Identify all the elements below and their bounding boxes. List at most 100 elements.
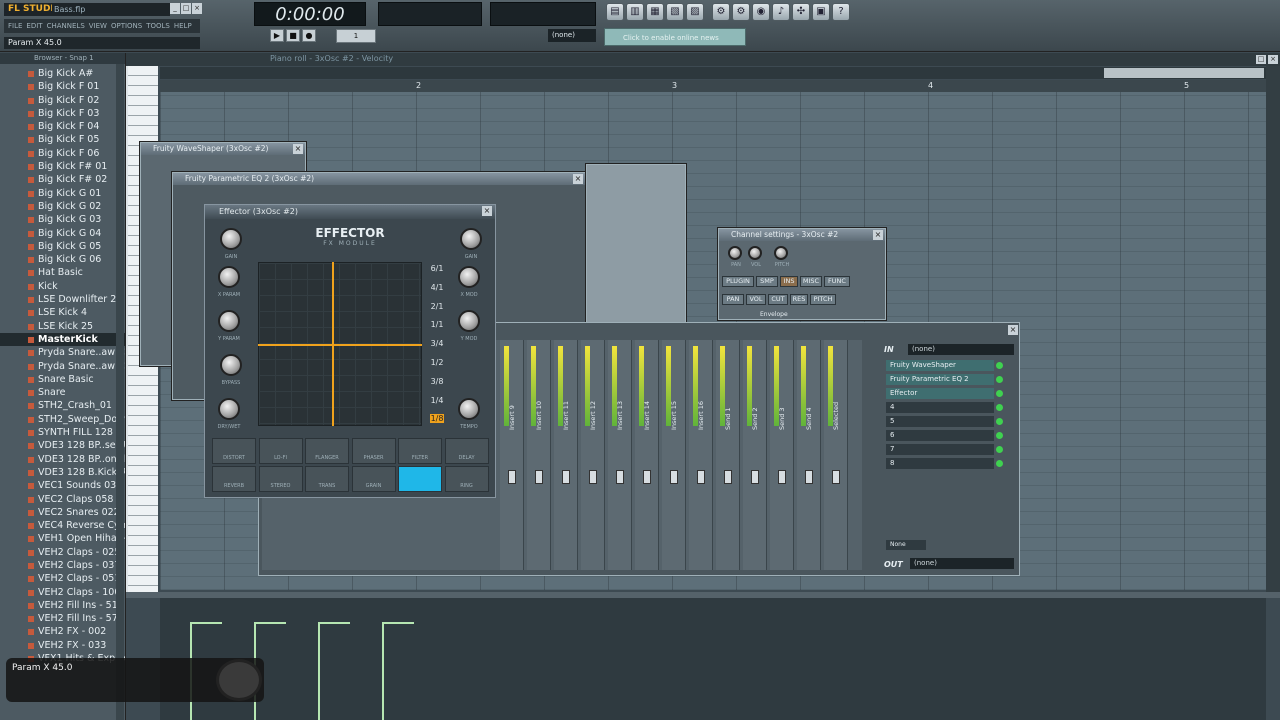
- browser-item[interactable]: Hat Basic: [0, 266, 125, 279]
- effect-mode-button[interactable]: TRANS: [305, 466, 349, 492]
- browser-item[interactable]: Big Kick G 03: [0, 213, 125, 226]
- effect-mode-button[interactable]: REVERB: [212, 466, 256, 492]
- time-display[interactable]: 0:00:00: [254, 2, 366, 26]
- effect-mode-button[interactable]: FILTER: [398, 438, 442, 464]
- mixer-strip[interactable]: Insert 9: [500, 340, 524, 570]
- playlist-icon[interactable]: ▤: [606, 3, 624, 21]
- volume-fader[interactable]: [670, 470, 678, 484]
- menu-help[interactable]: HELP: [174, 22, 192, 30]
- browser-item[interactable]: Snare Basic: [0, 373, 125, 386]
- stop-button[interactable]: ■: [286, 29, 300, 42]
- fx-slot[interactable]: Fruity WaveShaper: [886, 360, 994, 371]
- mixer-strip[interactable]: Send 2: [743, 340, 767, 570]
- mixer-strip[interactable]: Insert 11: [554, 340, 578, 570]
- piano-roll-maximize-button[interactable]: □: [1256, 55, 1266, 64]
- close-icon[interactable]: ×: [1008, 325, 1018, 335]
- tab-pitch[interactable]: PITCH: [810, 294, 836, 305]
- browser-item[interactable]: VEC2 Claps 058: [0, 493, 125, 506]
- none-selector[interactable]: None: [886, 540, 926, 550]
- mixer-strip[interactable]: Send 1: [716, 340, 740, 570]
- menu-channels[interactable]: CHANNELS: [47, 22, 85, 30]
- effector-knob[interactable]: [458, 398, 480, 420]
- effect-mode-button[interactable]: FLANGER: [305, 438, 349, 464]
- close-icon[interactable]: ×: [482, 206, 492, 216]
- browser-item[interactable]: VEH2 Claps - 051: [0, 572, 125, 585]
- render-icon[interactable]: ◉: [752, 3, 770, 21]
- input-selector[interactable]: (none): [908, 344, 1014, 355]
- horizontal-scrollbar[interactable]: [160, 67, 1266, 79]
- browser-item[interactable]: VEH1 Open Hihat - 008: [0, 532, 125, 545]
- browser-item[interactable]: VEC2 Snares 022: [0, 506, 125, 519]
- volume-fader[interactable]: [535, 470, 543, 484]
- browser-item[interactable]: Pryda Snare..aw Cut) 70: [0, 346, 125, 359]
- browser-item[interactable]: VEH2 Fill Ins - 51: [0, 599, 125, 612]
- mixer-strip[interactable]: Insert 16: [689, 340, 713, 570]
- browser-item[interactable]: Big Kick G 05: [0, 240, 125, 253]
- tab-vol[interactable]: VOL: [746, 294, 766, 305]
- fx-slot[interactable]: Effector: [886, 388, 994, 399]
- slot-enable-led[interactable]: [996, 432, 1003, 439]
- volume-fader[interactable]: [562, 470, 570, 484]
- browser-item[interactable]: VEH2 FX - 033: [0, 639, 125, 652]
- close-button[interactable]: ×: [192, 3, 202, 14]
- browser-item[interactable]: VEH2 Fill Ins - 57: [0, 612, 125, 625]
- tab-pan[interactable]: PAN: [722, 294, 744, 305]
- scrollbar-thumb[interactable]: [1104, 68, 1264, 78]
- eq-title[interactable]: Fruity Parametric EQ 2 (3xOsc #2): [173, 173, 585, 185]
- browser-item[interactable]: VEH2 Claps - 025: [0, 546, 125, 559]
- plugin-icon[interactable]: ⚙: [712, 3, 730, 21]
- pattern-selector[interactable]: 1: [336, 29, 376, 43]
- mixer-strip[interactable]: Insert 15: [662, 340, 686, 570]
- waveshaper-title[interactable]: Fruity WaveShaper (3xOsc #2): [141, 143, 305, 155]
- mixer-icon[interactable]: ▧: [666, 3, 684, 21]
- audio-icon[interactable]: ♪: [772, 3, 790, 21]
- fx-slot[interactable]: 6: [886, 430, 994, 441]
- effector-knob[interactable]: [458, 266, 480, 288]
- browser-item[interactable]: VDE3 128 B.Kick Root F: [0, 466, 125, 479]
- browser-item[interactable]: Kick: [0, 280, 125, 293]
- browser-item[interactable]: VEC4 Reverse Cym 14: [0, 519, 125, 532]
- browser-item[interactable]: Big Kick F# 01: [0, 160, 125, 173]
- menu-tools[interactable]: TOOLS: [146, 22, 170, 30]
- tab-func[interactable]: FUNC: [824, 276, 850, 287]
- browser-scrollbar[interactable]: [116, 64, 124, 720]
- browser-icon[interactable]: ▨: [686, 3, 704, 21]
- volume-fader[interactable]: [697, 470, 705, 484]
- effect-mode-button[interactable]: DISTORT: [212, 438, 256, 464]
- browser-item[interactable]: VEH2 FX - 002: [0, 625, 125, 638]
- browser-item[interactable]: Big Kick F 03: [0, 107, 125, 120]
- mixer-strip[interactable]: Insert 12: [581, 340, 605, 570]
- mixer-strip[interactable]: Insert 14: [635, 340, 659, 570]
- browser-item[interactable]: VEH2 Claps - 037: [0, 559, 125, 572]
- browser-item[interactable]: Big Kick G 06: [0, 253, 125, 266]
- close-icon[interactable]: ×: [573, 174, 583, 184]
- vertical-scrollbar[interactable]: [1266, 66, 1280, 594]
- tempo-ratio-button[interactable]: 1/1: [430, 320, 444, 329]
- output-selector[interactable]: (none): [910, 558, 1014, 569]
- tab-misc[interactable]: MISC: [800, 276, 822, 287]
- browser-item[interactable]: Snare: [0, 386, 125, 399]
- browser-item[interactable]: Big Kick G 01: [0, 187, 125, 200]
- tempo-ratio-button[interactable]: 2/1: [430, 302, 444, 311]
- velocity-bar[interactable]: [318, 622, 320, 720]
- help-icon[interactable]: ?: [832, 3, 850, 21]
- tab-plugin[interactable]: PLUGIN: [722, 276, 754, 287]
- effector-knob[interactable]: [218, 266, 240, 288]
- browser-item[interactable]: VEC1 Sounds 035 H: [0, 479, 125, 492]
- volume-fader[interactable]: [589, 470, 597, 484]
- mixer-strip[interactable]: Selected: [824, 340, 848, 570]
- record-button[interactable]: ●: [302, 29, 316, 42]
- fx-slot[interactable]: 8: [886, 458, 994, 469]
- fx-slot[interactable]: 4: [886, 402, 994, 413]
- menu-view[interactable]: VIEW: [89, 22, 107, 30]
- close-icon[interactable]: ×: [293, 144, 303, 154]
- browser-item[interactable]: LSE Downlifter 20: [0, 293, 125, 306]
- fx-slot[interactable]: 5: [886, 416, 994, 427]
- effect-mode-button[interactable]: STEREO: [258, 466, 303, 492]
- effect-mode-button[interactable]: PHASER: [351, 438, 396, 464]
- mixer-strip[interactable]: Send 3: [770, 340, 794, 570]
- volume-fader[interactable]: [832, 470, 840, 484]
- tempo-ratio-button[interactable]: 1/8: [430, 414, 444, 424]
- play-button[interactable]: ▶: [270, 29, 284, 42]
- slot-enable-led[interactable]: [996, 446, 1003, 453]
